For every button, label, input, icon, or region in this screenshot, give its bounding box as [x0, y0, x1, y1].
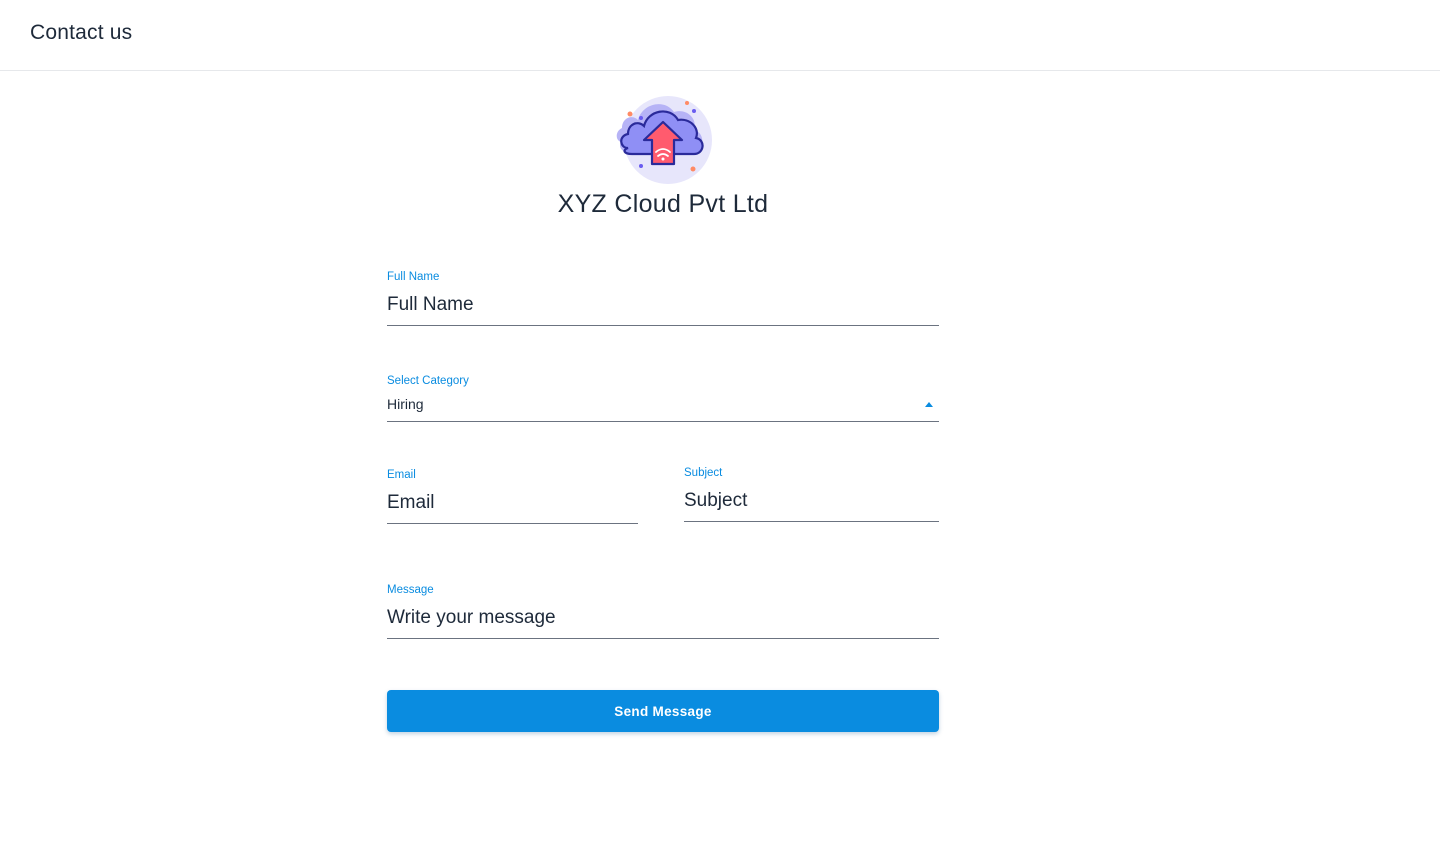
full-name-label: Full Name: [387, 271, 440, 283]
top-bar: Contact us: [0, 0, 1440, 71]
cloud-upload-icon: [608, 90, 716, 188]
category-select[interactable]: Select Category Hiring: [387, 374, 939, 422]
full-name-field: Full Name: [387, 270, 939, 326]
subject-input[interactable]: [684, 488, 939, 514]
message-input[interactable]: [387, 605, 939, 631]
category-label: Select Category: [387, 375, 469, 387]
message-field: Message: [387, 583, 939, 639]
email-field: Email: [387, 468, 638, 524]
subject-label: Subject: [684, 467, 723, 479]
message-label: Message: [387, 584, 434, 596]
full-name-underline: [387, 325, 939, 326]
subject-field: Subject: [684, 466, 939, 522]
email-label: Email: [387, 469, 416, 481]
category-selected-value: Hiring: [387, 396, 424, 412]
category-underline: [387, 421, 939, 422]
send-message-button[interactable]: Send Message: [387, 690, 939, 732]
page-title: Contact us: [30, 21, 133, 44]
email-underline: [387, 523, 638, 524]
company-name: XYZ Cloud Pvt Ltd: [557, 190, 769, 218]
caret-up-icon: [925, 402, 933, 407]
subject-underline: [684, 521, 939, 522]
email-input[interactable]: [387, 490, 638, 516]
message-underline: [387, 638, 939, 639]
full-name-input[interactable]: [387, 292, 939, 318]
